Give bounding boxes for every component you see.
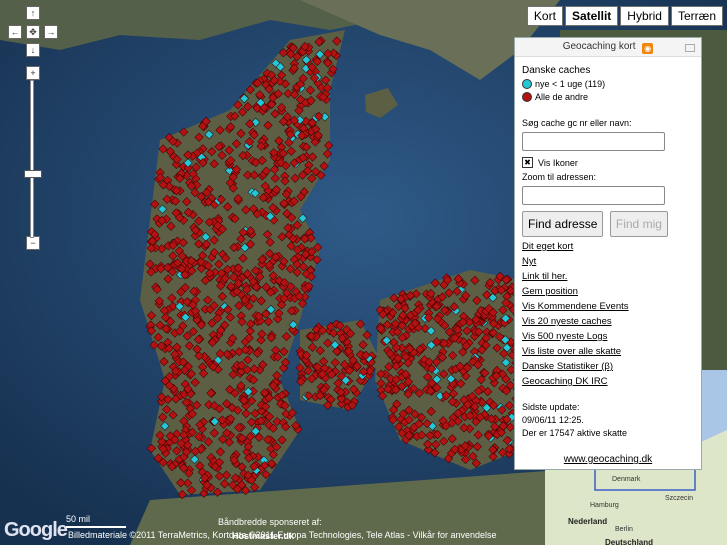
copyright-label: Billedmateriale ©2011 TerraMetrics, Kort…: [68, 530, 411, 540]
search-label: Søg cache gc nr eller navn:: [522, 118, 632, 128]
search-input[interactable]: [522, 132, 665, 151]
link-save-position[interactable]: Gem position: [522, 286, 694, 297]
zoom-address-label: Zoom til adressen:: [522, 172, 597, 182]
update-label: Sidste update:: [522, 402, 580, 412]
map-type-terraen[interactable]: Terræn: [670, 6, 723, 26]
link-newest-caches[interactable]: Vis 20 nyeste caches: [522, 316, 694, 327]
map-type-hybrid[interactable]: Hybrid: [620, 6, 669, 26]
address-input[interactable]: [522, 186, 665, 205]
active-count: Der er 17547 aktive skatte: [522, 428, 628, 438]
show-icons-toggle[interactable]: ✖ Vis Ikoner: [522, 157, 694, 168]
google-logo[interactable]: Google: [4, 519, 68, 542]
map-type-kort[interactable]: Kort: [526, 6, 563, 26]
link-irc[interactable]: Geocaching DK IRC: [522, 376, 694, 387]
link-list-all[interactable]: Vis liste over alle skatte: [522, 346, 694, 357]
show-icons-label: Vis Ikoner: [538, 157, 578, 168]
sponsor-label: Båndbredde sponseret af:: [218, 517, 322, 527]
find-me-button[interactable]: Find mig: [609, 211, 668, 237]
minimap-label: Nederland: [568, 517, 607, 526]
legend-item: nye < 1 uge (119): [522, 79, 694, 89]
pan-down-icon[interactable]: ↓: [26, 43, 40, 57]
scale-label: 50 mil: [66, 514, 91, 524]
panel-title: Geocaching kort: [562, 41, 636, 52]
minimap-label: Berlin: [615, 526, 633, 533]
update-info: Sidste update: 09/06/11 12:25. Der er 17…: [522, 401, 694, 440]
map-type-satellit[interactable]: Satellit: [564, 6, 619, 26]
copyright-text: Billedmateriale ©2011 TerraMetrics, Kort…: [68, 530, 497, 540]
link-newest-logs[interactable]: Vis 500 nyeste Logs: [522, 331, 694, 342]
geocaching-panel: Geocaching kort ◉ Danske caches nye < 1 …: [514, 37, 702, 470]
checkbox[interactable]: ✖: [522, 157, 533, 168]
update-time: 09/06/11 12:25.: [522, 415, 584, 425]
zoom-out-icon[interactable]: −: [26, 236, 40, 250]
zoom-in-icon[interactable]: +: [26, 66, 40, 80]
rss-icon[interactable]: ◉: [642, 43, 654, 54]
minimap-label: Hamburg: [590, 502, 619, 509]
minimap-label: Deutschland: [605, 538, 653, 545]
panel-header: Geocaching kort ◉: [515, 38, 701, 57]
site-link[interactable]: www.geocaching.dk: [522, 454, 694, 465]
link-new[interactable]: Nyt: [522, 256, 694, 267]
link-statistics[interactable]: Danske Statistiker (β): [522, 361, 694, 372]
minimize-icon[interactable]: [685, 44, 695, 52]
pan-center-icon[interactable]: ✥: [26, 25, 40, 39]
zoom-track: [30, 80, 34, 238]
map-type-switcher: Kort Satellit Hybrid Terræn: [526, 6, 723, 26]
pan-left-icon[interactable]: ←: [8, 25, 22, 39]
legend-label: nye < 1 uge (119): [535, 79, 606, 89]
zoom-slider-handle[interactable]: [24, 170, 42, 178]
minimap-label: Szczecin: [665, 495, 693, 502]
zoom-slider[interactable]: [24, 80, 42, 238]
panel-links: Dit eget kort Nyt Link til her. Gem posi…: [522, 241, 694, 387]
legend-label: Alle de andre: [535, 92, 589, 102]
link-own-map[interactable]: Dit eget kort: [522, 241, 694, 252]
cache-icon: [522, 92, 532, 102]
find-address-button[interactable]: Find adresse: [522, 211, 604, 237]
pan-up-icon[interactable]: ↑: [26, 6, 40, 20]
link-events[interactable]: Vis Kommendene Events: [522, 301, 694, 312]
scale-line: [66, 526, 126, 528]
legend-item: Alle de andre: [522, 92, 694, 102]
terms-link[interactable]: Vilkår for anvendelse: [413, 530, 497, 540]
pan-right-icon[interactable]: →: [44, 25, 58, 39]
new-cache-icon: [522, 79, 532, 89]
minimap-label: Denmark: [612, 476, 641, 483]
link-here[interactable]: Link til her.: [522, 271, 694, 282]
legend-heading: Danske caches: [522, 65, 591, 76]
